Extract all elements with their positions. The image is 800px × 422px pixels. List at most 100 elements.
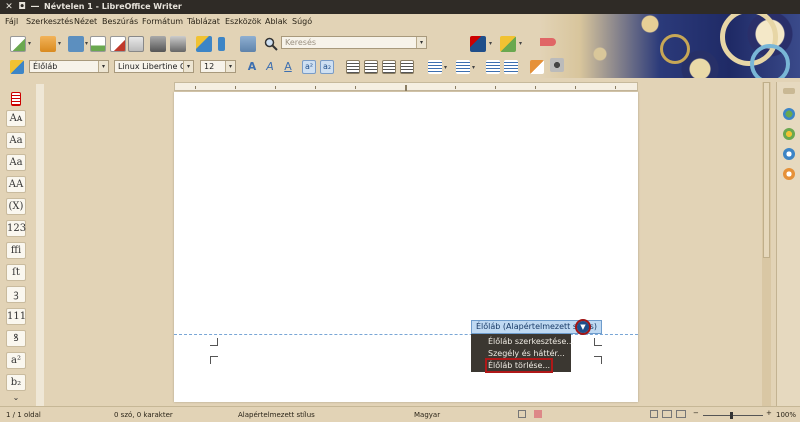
single-page-view-icon[interactable] <box>650 410 658 418</box>
chevron-down-icon[interactable]: ▾ <box>489 40 492 47</box>
menu-beszuras[interactable]: Beszúrás <box>102 17 138 26</box>
page-count[interactable]: 1 / 1 oldal <box>6 411 41 419</box>
undo-arrow-icon[interactable] <box>540 38 556 46</box>
font-size-select[interactable]: 12 ▾ <box>200 60 236 73</box>
menu-szerkesztes[interactable]: Szerkesztés <box>26 17 73 26</box>
fontwork-glyph[interactable]: 123 <box>6 220 26 237</box>
styles-sidebar-icon[interactable] <box>783 128 795 140</box>
ruler-tick <box>495 86 496 89</box>
styles-icon[interactable] <box>10 60 24 74</box>
scrollbar-thumb[interactable] <box>763 82 770 258</box>
fontwork-glyph[interactable]: ꝸ <box>6 330 26 347</box>
document-icon[interactable] <box>11 92 21 106</box>
font-name-select[interactable]: Linux Libertine G ▾ <box>114 60 194 73</box>
language[interactable]: Magyar <box>414 411 440 419</box>
digital-signature-icon[interactable] <box>534 410 542 418</box>
fontwork-glyph[interactable]: (X) <box>6 198 26 215</box>
paragraph-settings-icon[interactable] <box>550 58 564 72</box>
align-left-icon[interactable] <box>346 60 360 74</box>
bold-icon[interactable]: A <box>245 60 259 74</box>
italic-icon[interactable]: A <box>263 60 277 74</box>
menu-tablazat[interactable]: Táblázat <box>187 17 220 26</box>
multi-page-view-icon[interactable] <box>662 410 672 418</box>
menu-item-edit-footer[interactable]: Élőláb szerkesztése... <box>488 337 574 346</box>
fontwork-glyph[interactable]: ffi <box>6 242 26 259</box>
menu-formatum[interactable]: Formátum <box>142 17 183 26</box>
fontwork-glyph[interactable]: a² <box>6 352 26 369</box>
bullets-icon[interactable] <box>428 60 442 74</box>
chevron-down-icon[interactable]: ▾ <box>98 61 108 72</box>
export-icon[interactable] <box>90 36 106 52</box>
book-view-icon[interactable] <box>676 410 686 418</box>
minimize-window-icon[interactable]: — <box>30 1 40 13</box>
new-document-icon[interactable] <box>10 36 26 52</box>
sidebar-menu-icon[interactable] <box>783 88 795 94</box>
fontwork-glyph[interactable]: b₂ <box>6 374 26 391</box>
numbering-icon[interactable] <box>456 60 470 74</box>
increase-indent-icon[interactable] <box>504 60 518 74</box>
decrease-indent-icon[interactable] <box>486 60 500 74</box>
vertical-scrollbar[interactable] <box>762 82 771 406</box>
chevron-down-icon[interactable]: ▾ <box>183 61 193 72</box>
zoom-in-icon[interactable]: + <box>766 409 772 417</box>
search-input[interactable]: Keresés ▾ <box>281 36 427 49</box>
tab-stop-marker[interactable] <box>405 85 407 91</box>
chevron-down-icon[interactable]: ▾ <box>85 40 88 47</box>
gallery-icon[interactable] <box>783 148 795 160</box>
chevron-down-icon[interactable]: ▾ <box>444 64 447 71</box>
fontwork-glyph[interactable]: Aa <box>6 132 26 149</box>
export-pdf-icon[interactable] <box>110 36 126 52</box>
fontwork-glyph[interactable]: AA <box>6 176 26 193</box>
chevron-down-icon[interactable]: ▾ <box>416 37 426 48</box>
formatting-marks-icon[interactable] <box>218 37 225 51</box>
spellcheck-icon[interactable] <box>196 36 212 52</box>
more-chevron-icon[interactable]: ⌄ <box>6 394 26 404</box>
find-icon[interactable] <box>264 37 278 51</box>
insert-image-icon[interactable] <box>500 36 516 52</box>
chevron-down-icon[interactable]: ▾ <box>28 40 31 47</box>
navigator-icon[interactable] <box>783 168 795 180</box>
zoom-slider[interactable] <box>703 415 763 416</box>
save-icon[interactable] <box>68 36 84 52</box>
close-window-icon[interactable]: ✕ <box>4 1 14 13</box>
justify-icon[interactable] <box>400 60 414 74</box>
chevron-down-icon[interactable]: ▾ <box>58 40 61 47</box>
zoom-slider-knob[interactable] <box>730 412 733 419</box>
title-bar: ✕ ◘ — Névtelen 1 - LibreOffice Writer <box>0 0 800 14</box>
menu-nezet[interactable]: Nézet <box>74 17 97 26</box>
fontwork-glyph[interactable]: ſt <box>6 264 26 281</box>
print-direct-icon[interactable] <box>170 36 186 52</box>
menu-eszkozok[interactable]: Eszközök <box>225 17 261 26</box>
chevron-down-icon[interactable]: ▾ <box>225 61 235 72</box>
page-style[interactable]: Alapértelmezett stílus <box>238 411 315 419</box>
menu-fajl[interactable]: Fájl <box>5 17 18 26</box>
zoom-out-icon[interactable]: − <box>693 409 699 417</box>
superscript-icon[interactable]: a² <box>302 60 316 74</box>
fontwork-glyph[interactable]: Aᴀ <box>6 110 26 127</box>
email-icon[interactable] <box>128 36 144 52</box>
align-center-icon[interactable] <box>364 60 378 74</box>
align-right-icon[interactable] <box>382 60 396 74</box>
underline-icon[interactable]: A <box>281 60 295 74</box>
fontwork-glyph[interactable]: ꝫ <box>6 286 26 303</box>
wrap-icon[interactable] <box>240 36 256 52</box>
menu-item-delete-footer[interactable]: Élőláb törlése... <box>484 358 554 373</box>
print-icon[interactable] <box>150 36 166 52</box>
insert-table-icon[interactable] <box>470 36 486 52</box>
menu-sugo[interactable]: Súgó <box>292 17 312 26</box>
properties-icon[interactable] <box>783 108 795 120</box>
footer-menu-chevron-icon[interactable]: ▼ <box>575 319 591 335</box>
chevron-down-icon[interactable]: ▾ <box>472 64 475 71</box>
word-count[interactable]: 0 szó, 0 karakter <box>114 411 173 419</box>
character-highlight-icon[interactable] <box>530 60 544 74</box>
paragraph-style-select[interactable]: Élőláb ▾ <box>29 60 109 73</box>
menu-ablak[interactable]: Ablak <box>265 17 287 26</box>
fontwork-glyph[interactable]: Aa <box>6 154 26 171</box>
open-folder-icon[interactable] <box>40 36 56 52</box>
chevron-down-icon[interactable]: ▾ <box>519 40 522 47</box>
menu-item-border-background[interactable]: Szegély és háttér... <box>488 349 565 358</box>
subscript-icon[interactable]: a₂ <box>320 60 334 74</box>
fontwork-glyph[interactable]: 111 <box>6 308 26 325</box>
restore-window-icon[interactable]: ◘ <box>17 1 27 13</box>
zoom-level[interactable]: 100% <box>776 411 796 419</box>
